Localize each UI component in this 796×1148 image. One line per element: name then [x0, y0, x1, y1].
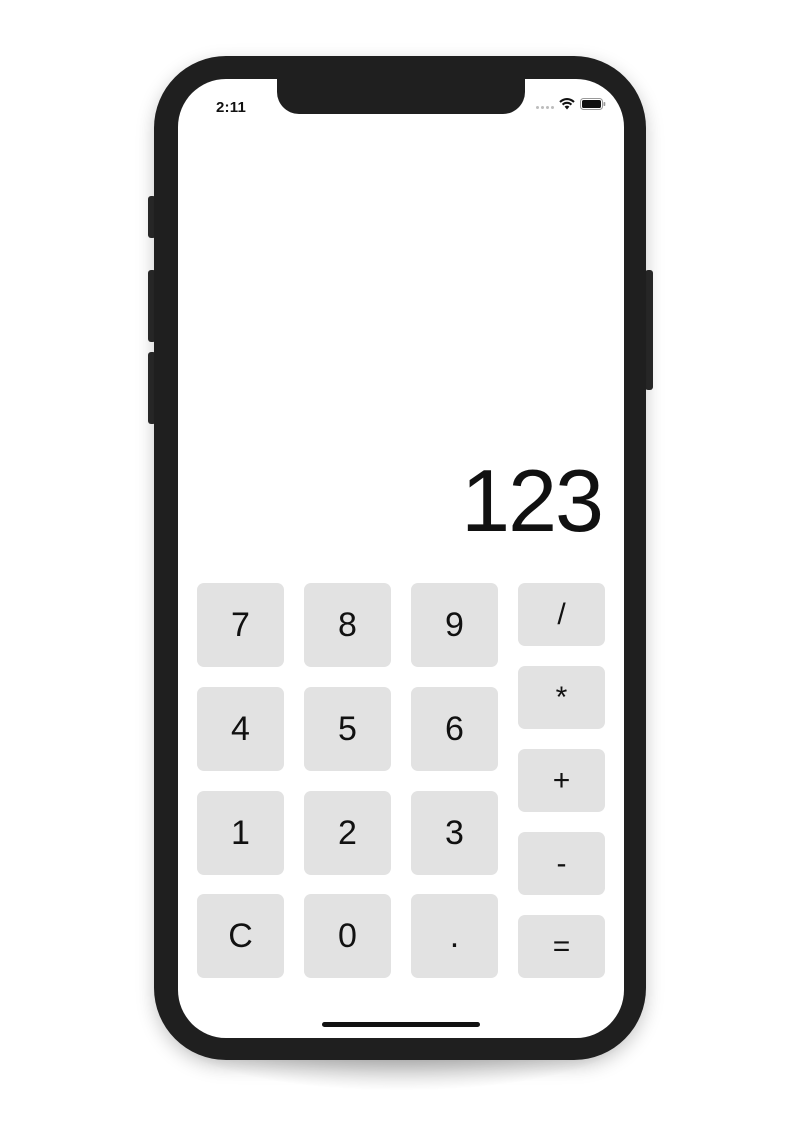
wifi-icon: [559, 98, 575, 110]
notch: [277, 79, 525, 114]
key-8[interactable]: 8: [304, 583, 391, 667]
key-2[interactable]: 2: [304, 791, 391, 875]
status-time: 2:11: [216, 99, 246, 116]
multiply-button[interactable]: *: [518, 666, 605, 729]
key-9[interactable]: 9: [411, 583, 498, 667]
home-indicator[interactable]: [322, 1022, 480, 1027]
key-3[interactable]: 3: [411, 791, 498, 875]
battery-icon: [580, 98, 606, 110]
key-4[interactable]: 4: [197, 687, 284, 771]
result-display: 123: [461, 451, 604, 550]
status-icons: [536, 98, 606, 110]
add-button[interactable]: +: [518, 749, 605, 812]
key-0[interactable]: 0: [304, 894, 391, 978]
decimal-label: .: [449, 917, 460, 955]
side-power-button: [645, 270, 653, 390]
subtract-button[interactable]: -: [518, 832, 605, 895]
equals-button[interactable]: =: [518, 915, 605, 978]
key-7[interactable]: 7: [197, 583, 284, 667]
calculator-screen: 2:11 123 7 8 9 4 5 6 1 2 3 C 0 . / * + -…: [178, 79, 624, 1038]
stage: 2:11 123 7 8 9 4 5 6 1 2 3 C 0 . / * + -…: [0, 0, 796, 1148]
key-1[interactable]: 1: [197, 791, 284, 875]
clear-button[interactable]: C: [197, 894, 284, 978]
signal-icon: [536, 99, 554, 109]
decimal-button[interactable]: .: [411, 894, 498, 978]
key-6[interactable]: 6: [411, 687, 498, 771]
divide-button[interactable]: /: [518, 583, 605, 646]
key-5[interactable]: 5: [304, 687, 391, 771]
